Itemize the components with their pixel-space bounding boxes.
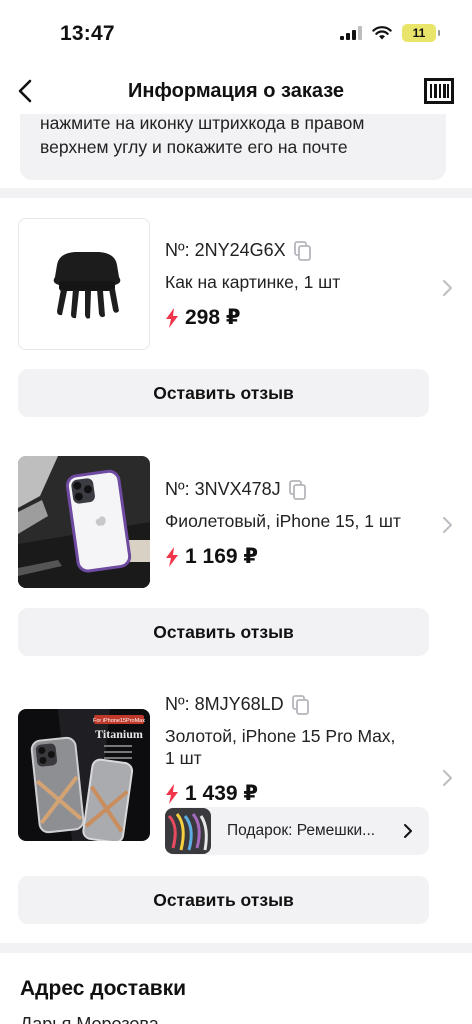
wifi-icon — [372, 26, 392, 40]
titanium-case-image: For iPhone15ProMax Titanium — [18, 709, 150, 841]
section-divider — [0, 188, 472, 198]
product-image-titanium-case: For iPhone15ProMax Titanium — [18, 709, 150, 841]
order-number-text: Nº: 3NVX478J — [165, 479, 281, 499]
product-info-2: Nº: 3NVX478J Фиолетовый, iPhone 15, 1 шт… — [165, 479, 422, 569]
order-number: Nº: 3NVX478J — [165, 479, 422, 500]
barcode-icon — [424, 78, 454, 104]
product-description: Фиолетовый, iPhone 15, 1 шт — [165, 511, 401, 531]
chevron-right-icon — [443, 770, 452, 786]
product-info-1: Nº: 2NY24G6X Как на картинке, 1 шт 298 ₽ — [165, 240, 422, 330]
product-price: 298 ₽ — [165, 305, 422, 330]
chevron-right-icon — [443, 517, 452, 533]
product-info-3: Nº: 8MJY68LD Золотой, iPhone 15 Pro Max,… — [165, 694, 422, 806]
copy-icon[interactable] — [293, 240, 312, 261]
chevron-right-icon — [443, 280, 452, 296]
barcode-button[interactable] — [424, 76, 454, 106]
chevron-right-icon — [404, 824, 412, 838]
delivery-address-title: Адрес доставки — [20, 977, 187, 1000]
recipient-name: Дарья Морозова — [20, 1014, 159, 1024]
gift-label: Подарок: Ремешки... — [227, 822, 376, 839]
product-image-iphone15-case — [18, 456, 150, 588]
lightning-icon — [166, 783, 178, 804]
gift-item[interactable]: Подарок: Ремешки... — [165, 807, 429, 855]
copy-icon[interactable] — [288, 479, 307, 500]
status-icons: 11 — [340, 24, 440, 42]
iphone-case-image — [18, 456, 150, 588]
product-price: 1 439 ₽ — [165, 781, 422, 806]
barcode-notice: нажмите на иконку штрихкода в правом вер… — [20, 114, 446, 180]
status-bar: 13:47 11 — [0, 0, 472, 68]
leave-review-button[interactable]: Оставить отзыв — [18, 876, 429, 924]
order-number: Nº: 2NY24G6X — [165, 240, 422, 261]
product-description-line-1: Золотой, iPhone 15 Pro Max, — [165, 726, 396, 746]
section-divider — [0, 943, 472, 953]
gift-image — [165, 808, 211, 854]
image-badge-text: For iPhone15ProMax — [93, 718, 145, 724]
order-number-text: Nº: 8MJY68LD — [165, 694, 284, 714]
hair-clip-image — [53, 252, 121, 319]
image-title-text: Titanium — [95, 727, 143, 741]
leave-review-button[interactable]: Оставить отзыв — [18, 608, 429, 656]
nav-bar: Информация о заказе — [0, 68, 472, 114]
lanyard-straps-image — [165, 808, 211, 854]
leave-review-button[interactable]: Оставить отзыв — [18, 369, 429, 417]
product-description: Золотой, iPhone 15 Pro Max, 1 шт — [165, 725, 422, 769]
product-price: 1 169 ₽ — [165, 544, 422, 569]
copy-icon[interactable] — [291, 694, 310, 715]
order-number-text: Nº: 2NY24G6X — [165, 240, 286, 260]
price-value: 1 169 ₽ — [185, 545, 258, 568]
status-time: 13:47 — [60, 22, 115, 45]
price-value: 298 ₽ — [185, 306, 241, 329]
notice-line-1: нажмите на иконку штрихкода в правом — [40, 114, 365, 133]
product-description-line-2: 1 шт — [165, 748, 202, 768]
product-image-hair-clip — [18, 218, 150, 350]
notice-line-2: верхнем углу и покажите его на почте — [40, 137, 348, 157]
lightning-icon — [166, 307, 178, 328]
battery-indicator: 11 — [402, 24, 440, 42]
order-number: Nº: 8MJY68LD — [165, 694, 422, 715]
lightning-icon — [166, 546, 178, 567]
product-description: Как на картинке, 1 шт — [165, 272, 341, 292]
cellular-signal-icon — [340, 26, 362, 40]
price-value: 1 439 ₽ — [185, 782, 258, 805]
page-title: Информация о заказе — [127, 80, 345, 102]
